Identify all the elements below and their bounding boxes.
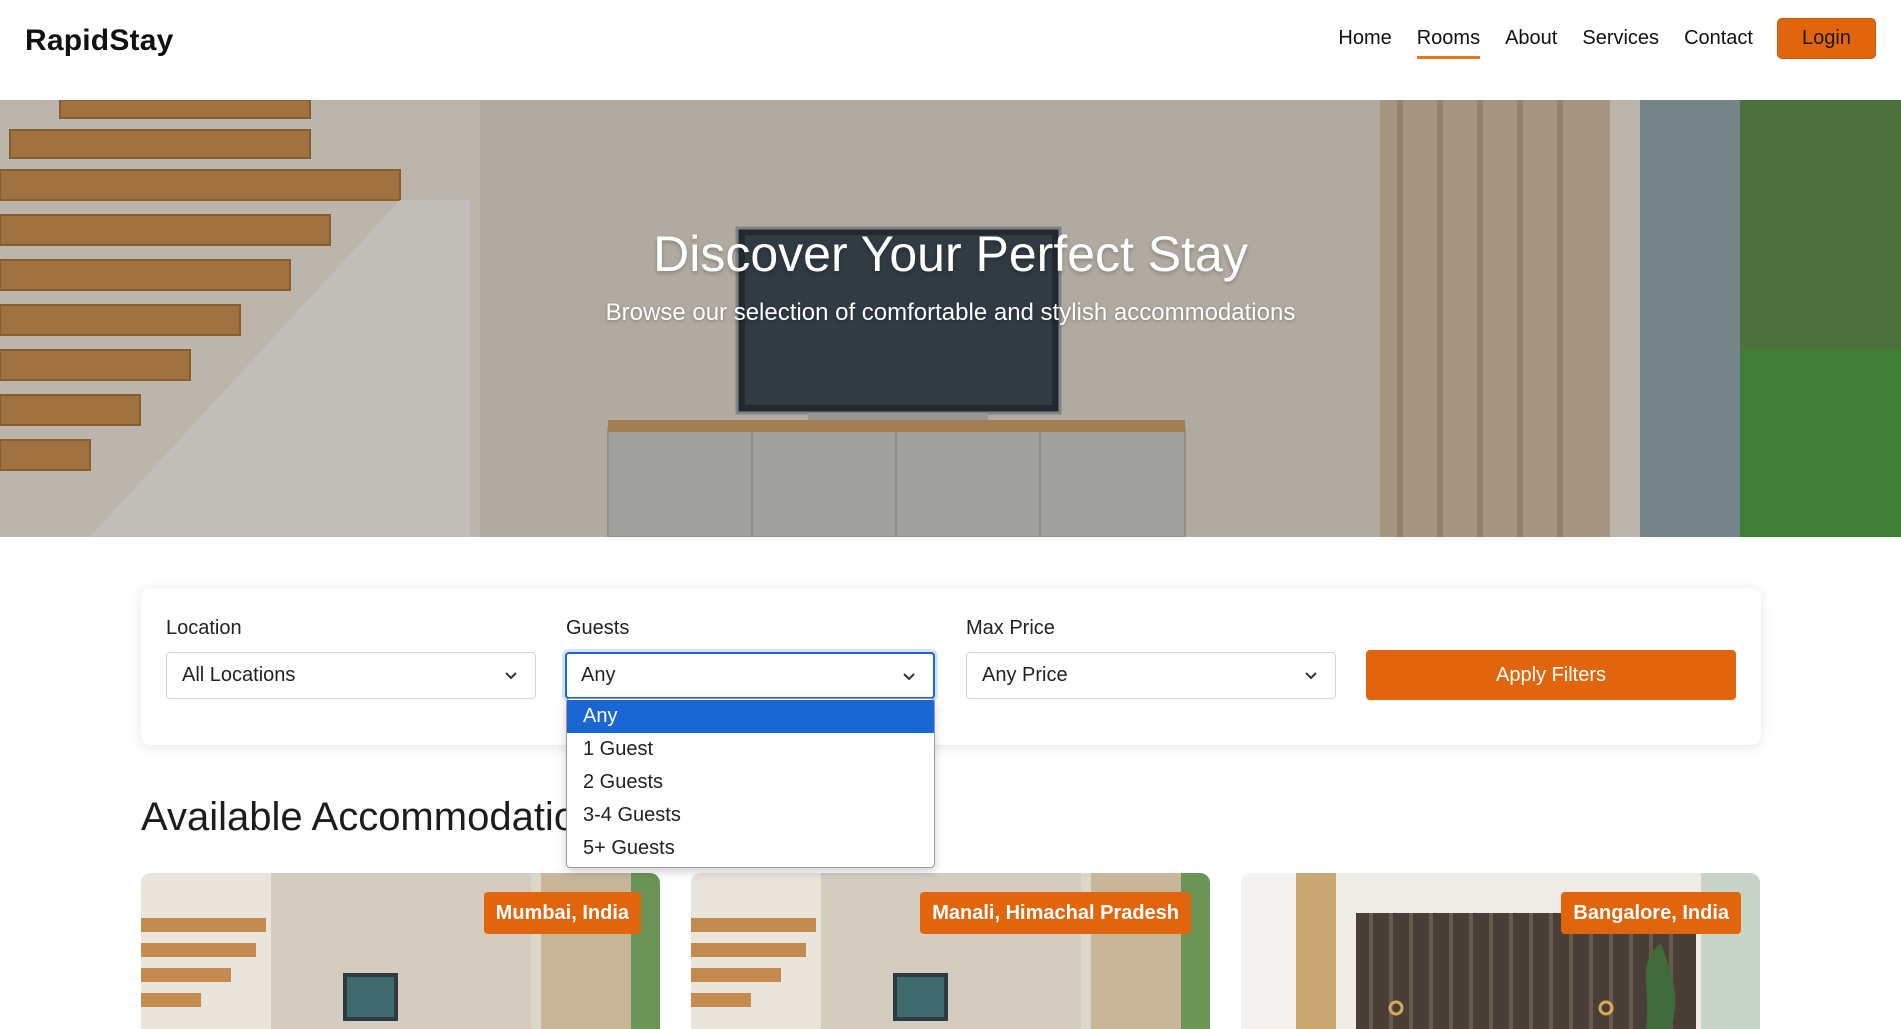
accommodation-card[interactable]: Mumbai, India — [141, 873, 660, 1029]
accommodation-card[interactable]: Manali, Himachal Pradesh — [691, 873, 1210, 1029]
accommodation-card[interactable]: Bangalore, India — [1241, 873, 1760, 1029]
guests-option-2[interactable]: 2 Guests — [567, 766, 934, 799]
guests-dropdown-list: Any 1 Guest 2 Guests 3-4 Guests 5+ Guest… — [566, 698, 935, 868]
apply-filters-button[interactable]: Apply Filters — [1366, 650, 1736, 700]
login-button[interactable]: Login — [1777, 18, 1876, 59]
guests-select[interactable]: Any — [565, 652, 935, 699]
brand-logo[interactable]: RapidStay — [25, 24, 174, 58]
guests-option-1[interactable]: 1 Guest — [567, 733, 934, 766]
nav-link-rooms[interactable]: Rooms — [1416, 27, 1481, 59]
nav-link-contact[interactable]: Contact — [1684, 27, 1753, 59]
location-label: Location — [166, 617, 242, 639]
hero-banner: Discover Your Perfect Stay Browse our se… — [0, 100, 1901, 537]
card-location-badge: Bangalore, India — [1561, 892, 1741, 934]
guests-select-value: Any — [581, 664, 616, 686]
max-price-select[interactable]: Any Price — [966, 652, 1336, 699]
hero-title: Discover Your Perfect Stay — [653, 226, 1248, 282]
location-select-value: All Locations — [182, 664, 296, 686]
chevron-down-icon — [1305, 672, 1317, 680]
nav-link-services[interactable]: Services — [1582, 27, 1659, 59]
section-title: Available Accommodations — [141, 795, 619, 839]
card-location-badge: Manali, Himachal Pradesh — [920, 892, 1191, 934]
navbar: RapidStay Home Rooms About Services Cont… — [0, 0, 1901, 100]
nav-link-home[interactable]: Home — [1338, 27, 1391, 59]
hero-subtitle: Browse our selection of comfortable and … — [605, 299, 1296, 326]
filter-panel: Location All Locations Guests Any Max Pr… — [141, 588, 1761, 745]
guests-option-any[interactable]: Any — [567, 700, 934, 733]
guests-option-5-plus[interactable]: 5+ Guests — [567, 832, 934, 865]
guests-option-3-4[interactable]: 3-4 Guests — [567, 799, 934, 832]
card-location-badge: Mumbai, India — [483, 892, 641, 934]
location-select[interactable]: All Locations — [166, 652, 536, 699]
chevron-down-icon — [903, 673, 915, 681]
max-price-label: Max Price — [966, 617, 1055, 639]
guests-label: Guests — [566, 617, 630, 639]
max-price-select-value: Any Price — [982, 664, 1068, 686]
nav-links: Home Rooms About Services Contact — [1338, 27, 1753, 59]
nav-link-about[interactable]: About — [1505, 27, 1557, 59]
chevron-down-icon — [505, 672, 517, 680]
